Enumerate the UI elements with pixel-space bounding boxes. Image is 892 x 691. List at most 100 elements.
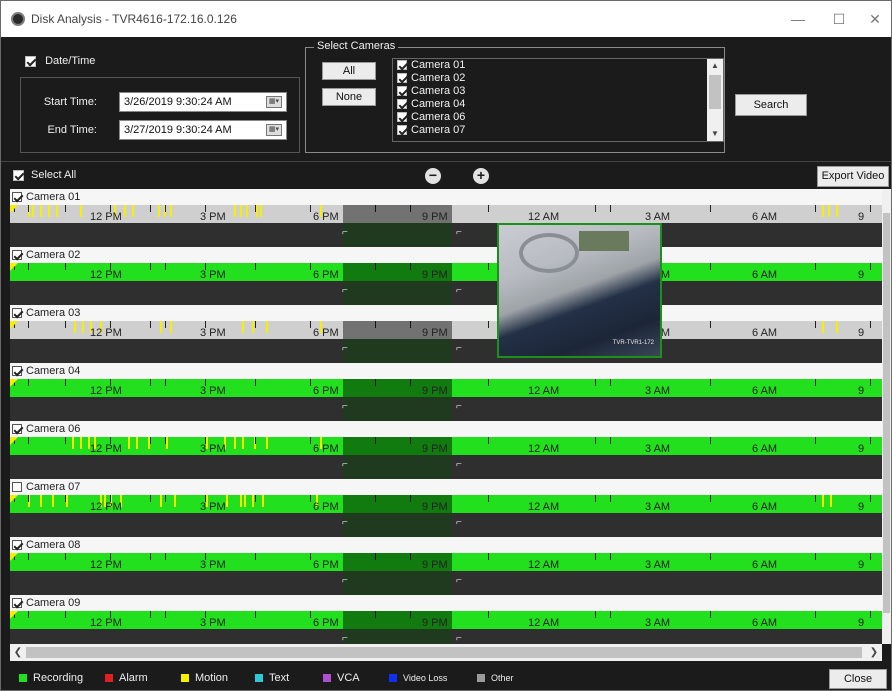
camera-timeline-row[interactable]: Camera 01 12 PM 3 PM 6 PM 9 PM 12 AM 3 AM 6 AM 9… xyxy=(10,189,882,247)
range-handle-track[interactable]: ⌐ ⌐ xyxy=(10,571,882,595)
camera-list[interactable]: Camera 01 Camera 02 Camera 03 Camera 04 … xyxy=(392,58,724,142)
all-cameras-button[interactable]: All xyxy=(322,62,376,80)
camera-row-checkbox[interactable] xyxy=(12,308,22,319)
range-end-handle-icon[interactable]: ⌐ xyxy=(456,459,462,470)
camera-timeline-row[interactable]: Camera 04 12 PM 3 PM 6 PM 9 PM 12 AM 3 AM 6 AM 9… xyxy=(10,363,882,421)
recording-bar[interactable]: 12 PM3 PM6 PM9 PM12 AM3 AM6 AM9 AM xyxy=(10,379,882,409)
zoom-out-icon[interactable]: − xyxy=(425,168,441,184)
datetime-label: Date/Time xyxy=(45,55,96,68)
timeline-horizontal-scrollbar[interactable]: ❮ ❯ xyxy=(10,644,882,661)
export-video-button[interactable]: Export Video xyxy=(817,166,889,187)
recording-bar[interactable]: 12 PM3 PM6 PM9 PM12 AM3 AM6 AM9 AM xyxy=(10,437,882,467)
none-cameras-button[interactable]: None xyxy=(322,88,376,106)
select-all-checkbox[interactable] xyxy=(13,170,24,181)
camera-checkbox[interactable] xyxy=(397,112,407,123)
range-end-handle-icon[interactable]: ⌐ xyxy=(456,401,462,412)
range-end-handle-icon[interactable]: ⌐ xyxy=(456,227,462,238)
calendar-icon[interactable]: ▦▾ xyxy=(266,96,282,108)
scroll-left-icon[interactable]: ❮ xyxy=(10,644,26,661)
motion-event-marker xyxy=(822,205,824,217)
recording-bar[interactable]: 12 PM3 PM6 PM9 PM12 AM3 AM6 AM9 AM xyxy=(10,205,882,235)
legend-item: VCA xyxy=(323,672,360,684)
select-all-label: Select All xyxy=(31,169,77,181)
range-handle-track[interactable]: ⌐ ⌐ xyxy=(10,455,882,479)
calendar-icon[interactable]: ▦▾ xyxy=(266,124,282,136)
range-start-handle-icon[interactable]: ⌐ xyxy=(342,633,348,644)
camera-checkbox[interactable] xyxy=(397,60,407,71)
start-time-label: Start Time: xyxy=(43,96,97,108)
camera-timeline-row[interactable]: Camera 06 12 PM 3 PM 6 PM 9 PM 12 AM 3 AM 6 AM 9… xyxy=(10,421,882,479)
range-handle-track[interactable]: ⌐ ⌐ xyxy=(10,281,882,305)
recording-bar[interactable]: 12 PM3 PM6 PM9 PM12 AM3 AM6 AM9 AM xyxy=(10,495,882,525)
camera-row-checkbox[interactable] xyxy=(12,482,22,493)
scroll-up-icon[interactable]: ▲ xyxy=(707,59,723,73)
scroll-thumb[interactable] xyxy=(883,213,890,613)
range-end-handle-icon[interactable]: ⌐ xyxy=(456,633,462,644)
range-handle-track[interactable]: ⌐ ⌐ xyxy=(10,339,882,363)
range-start-handle-icon[interactable]: ⌐ xyxy=(342,575,348,586)
camera-row-checkbox[interactable] xyxy=(12,424,22,435)
camera-list-item[interactable]: Camera 01 xyxy=(393,59,723,72)
range-handle-track[interactable]: ⌐ ⌐ xyxy=(10,397,882,421)
scroll-thumb[interactable] xyxy=(26,647,862,658)
end-time-field[interactable]: 3/27/2019 9:30:24 AM ▦▾ xyxy=(119,120,287,140)
recording-bar[interactable]: 12 PM3 PM6 PM9 PM12 AM3 AM6 AM9 AM xyxy=(10,263,882,293)
minimize-button[interactable]: — xyxy=(786,9,810,29)
camera-timeline-row[interactable]: Camera 07 12 PM 3 PM 6 PM 9 PM 12 AM 3 AM 6 AM 9… xyxy=(10,479,882,537)
time-label: 6 AM xyxy=(752,269,778,281)
camera-row-checkbox[interactable] xyxy=(12,366,22,377)
camera-row-checkbox[interactable] xyxy=(12,540,22,551)
range-start-flag xyxy=(10,379,18,387)
camera-row-checkbox[interactable] xyxy=(12,250,22,261)
camera-row-name: Camera 02 xyxy=(26,249,81,261)
scroll-right-icon[interactable]: ❯ xyxy=(866,644,882,661)
range-start-handle-icon[interactable]: ⌐ xyxy=(342,459,348,470)
recording-bar[interactable]: 12 PM3 PM6 PM9 PM12 AM3 AM6 AM9 AM xyxy=(10,321,882,351)
range-handle-track[interactable]: ⌐ ⌐ xyxy=(10,513,882,537)
camera-checkbox[interactable] xyxy=(397,125,407,136)
recording-bar[interactable]: 12 PM3 PM6 PM9 PM12 AM3 AM6 AM9 AM xyxy=(10,611,882,641)
close-window-button[interactable]: ✕ xyxy=(863,9,887,29)
camera-checkbox[interactable] xyxy=(397,73,407,84)
datetime-checkbox[interactable] xyxy=(25,55,36,67)
range-end-handle-icon[interactable]: ⌐ xyxy=(456,517,462,528)
start-time-field[interactable]: 3/26/2019 9:30:24 AM ▦▾ xyxy=(119,92,287,112)
range-start-handle-icon[interactable]: ⌐ xyxy=(342,401,348,412)
recording-bar[interactable]: 12 PM3 PM6 PM9 PM12 AM3 AM6 AM9 AM xyxy=(10,553,882,583)
camera-list-item[interactable]: Camera 07 xyxy=(393,124,723,137)
zoom-in-icon[interactable]: + xyxy=(473,168,489,184)
range-start-handle-icon[interactable]: ⌐ xyxy=(342,517,348,528)
range-handle-track[interactable]: ⌐ ⌐ xyxy=(10,223,882,247)
camera-timeline-row[interactable]: Camera 02 12 PM3 PM6 PM9 PM12 AM3 AM6 AM9… xyxy=(10,247,882,305)
camera-list-item[interactable]: Camera 02 xyxy=(393,72,723,85)
camera-list-item[interactable]: Camera 04 xyxy=(393,98,723,111)
timeline-area[interactable]: Camera 01 12 PM 3 PM 6 PM 9 PM 12 AM 3 AM 6 AM 9… xyxy=(10,189,882,644)
camera-row-header: Camera 09 xyxy=(10,595,882,611)
camera-list-item[interactable]: Camera 03 xyxy=(393,85,723,98)
camera-checkbox[interactable] xyxy=(397,86,407,97)
scroll-down-icon[interactable]: ▼ xyxy=(707,127,723,141)
range-start-handle-icon[interactable]: ⌐ xyxy=(342,285,348,296)
range-start-handle-icon[interactable]: ⌐ xyxy=(342,343,348,354)
camera-timeline-row[interactable]: Camera 0312 PM3 PM6 PM9 PM12 AM3 AM6 AM9… xyxy=(10,305,882,363)
camera-row-checkbox[interactable] xyxy=(12,598,22,609)
range-end-handle-icon[interactable]: ⌐ xyxy=(456,575,462,586)
close-button[interactable]: Close xyxy=(829,669,887,689)
time-tick xyxy=(165,263,166,270)
camera-list-item[interactable]: Camera 06 xyxy=(393,111,723,124)
camera-timeline-row[interactable]: Camera 09 12 PM 3 PM 6 PM 9 PM 12 AM 3 AM 6 AM 9… xyxy=(10,595,882,644)
range-handle-track[interactable]: ⌐ ⌐ xyxy=(10,629,882,644)
maximize-button[interactable]: ☐ xyxy=(827,9,851,29)
range-end-handle-icon[interactable]: ⌐ xyxy=(456,285,462,296)
datetime-checkbox-row[interactable]: Date/Time xyxy=(25,55,95,67)
scroll-thumb[interactable] xyxy=(709,75,721,109)
timeline-vertical-scrollbar[interactable] xyxy=(882,189,891,644)
motion-event-marker xyxy=(252,321,254,333)
range-start-handle-icon[interactable]: ⌐ xyxy=(342,227,348,238)
search-button[interactable]: Search xyxy=(735,94,807,116)
camera-timeline-row[interactable]: Camera 08 12 PM 3 PM 6 PM 9 PM 12 AM 3 AM 6 AM 9… xyxy=(10,537,882,595)
camera-checkbox[interactable] xyxy=(397,99,407,110)
camera-list-scrollbar[interactable]: ▲ ▼ xyxy=(707,59,723,141)
camera-row-checkbox[interactable] xyxy=(12,192,22,203)
range-end-handle-icon[interactable]: ⌐ xyxy=(456,343,462,354)
